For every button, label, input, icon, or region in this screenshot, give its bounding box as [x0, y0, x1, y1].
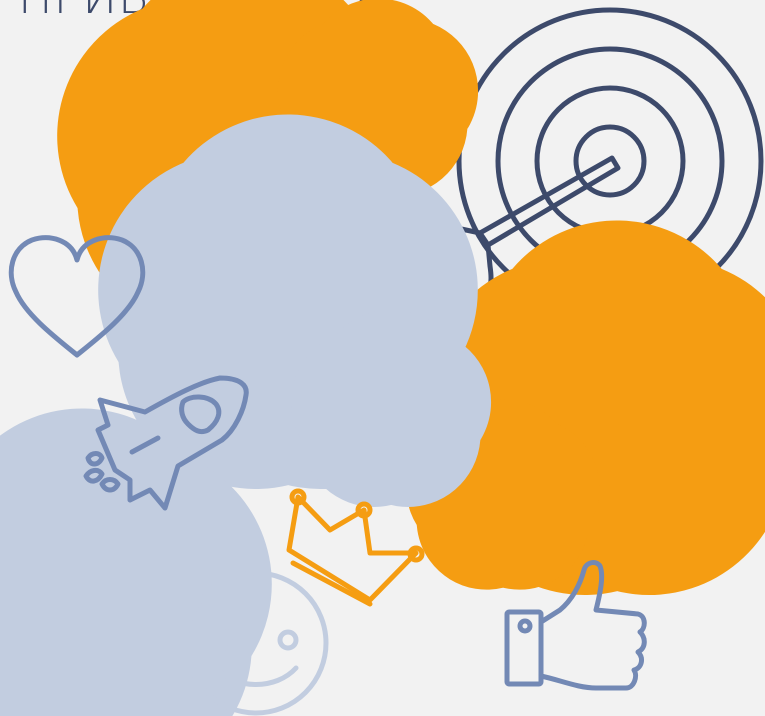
- star-icon: [350, 71, 405, 123]
- crown-icon: [286, 488, 425, 607]
- illustration: [0, 0, 765, 716]
- star-icon: [30, 546, 135, 645]
- star-icon: [476, 469, 529, 520]
- star-icon: [363, 382, 418, 434]
- star-icon: [236, 252, 341, 351]
